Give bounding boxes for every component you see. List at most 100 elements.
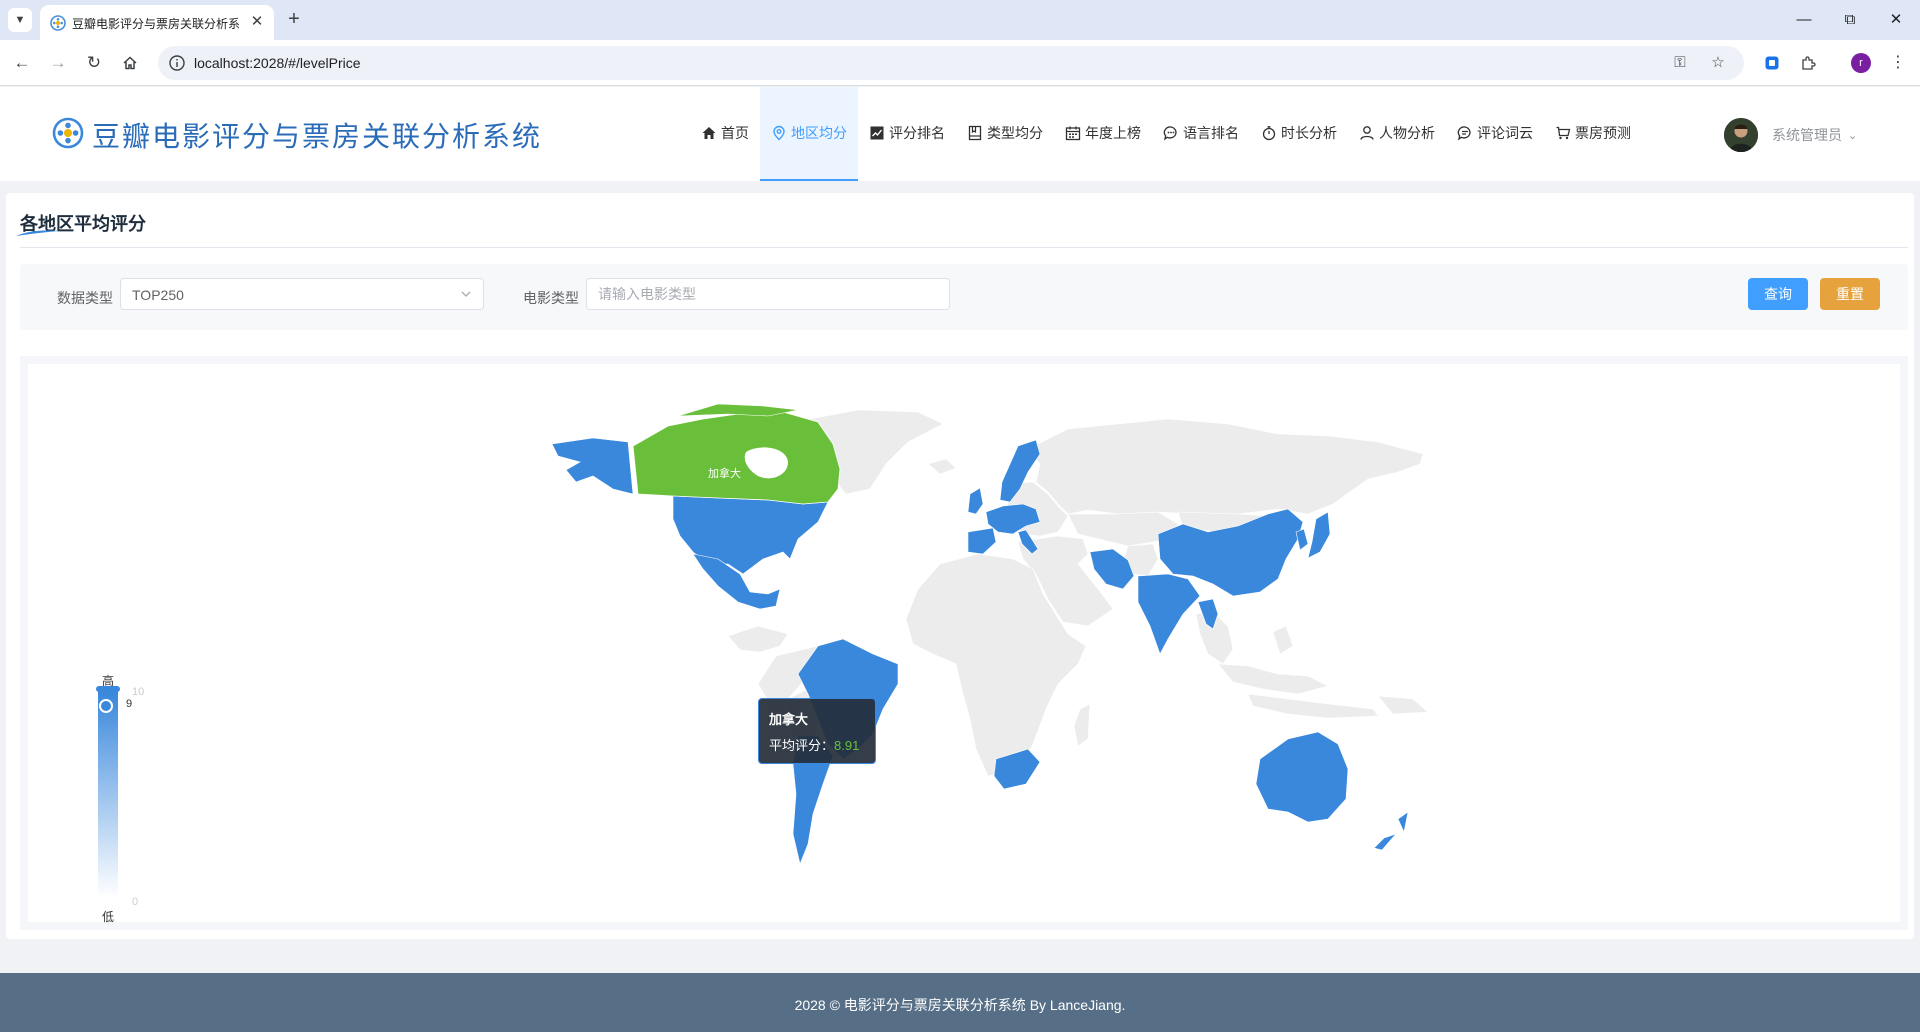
- map-region-southeast-asia[interactable]: [1195, 611, 1329, 695]
- movie-type-input[interactable]: [586, 278, 950, 310]
- map-region-iceland[interactable]: [927, 458, 957, 475]
- map-region-canada[interactable]: [632, 411, 841, 505]
- menu-item-comment-wordcloud[interactable]: 评论词云: [1446, 87, 1544, 181]
- tab-search-chevron-icon[interactable]: ▼: [8, 8, 32, 32]
- browser-tab[interactable]: 豆瓣电影评分与票房关联分析系 ✕: [40, 5, 274, 40]
- title-decoration: [16, 230, 60, 236]
- map-region-iberia[interactable]: [967, 527, 997, 555]
- browser-toolbar: ← → ↻ localhost:2028/#/levelPrice ⚿ ☆ r …: [0, 40, 1920, 86]
- visualmap-handle-value: 9: [126, 698, 133, 710]
- world-map-panel: 加拿大 高 10 9 0 低 加拿大 平均评分：8.91: [28, 364, 1900, 924]
- filter-bar: 数据类型 TOP250 电影类型 查询 重置: [20, 264, 1908, 330]
- query-button[interactable]: 查询: [1748, 278, 1808, 310]
- map-container: 加拿大 高 10 9 0 低 加拿大 平均评分：8.91: [20, 356, 1908, 930]
- data-type-select[interactable]: TOP250: [120, 278, 484, 310]
- home-browser-icon[interactable]: [118, 51, 142, 75]
- minimize-icon[interactable]: —: [1786, 6, 1822, 34]
- url-text[interactable]: localhost:2028/#/levelPrice: [194, 55, 361, 71]
- map-region-uk[interactable]: [967, 487, 984, 515]
- menu-item-rating-rank[interactable]: 评分排名: [858, 87, 956, 181]
- visualmap-min-value: 0: [132, 896, 139, 908]
- map-region-new-zealand[interactable]: [1373, 811, 1409, 851]
- notebook-icon: [968, 125, 982, 141]
- menu-item-label: 时长分析: [1281, 125, 1337, 141]
- trend-chart-icon: [870, 126, 884, 140]
- menu-item-boxoffice-forecast[interactable]: 票房预测: [1544, 87, 1642, 181]
- tab-close-icon[interactable]: ✕: [248, 13, 266, 31]
- browser-tab-strip: ▼ 豆瓣电影评分与票房关联分析系 ✕ + — ⧉ ✕: [0, 0, 1920, 40]
- back-arrow-icon[interactable]: ←: [10, 51, 34, 75]
- menu-item-label: 年度上榜: [1085, 125, 1141, 141]
- reload-icon[interactable]: ↻: [82, 51, 106, 75]
- menu-item-yearly-chart[interactable]: 年度上榜: [1054, 87, 1152, 181]
- address-bar[interactable]: localhost:2028/#/levelPrice ⚿ ☆: [158, 46, 1744, 80]
- menu-item-region-average[interactable]: 地区均分: [760, 87, 858, 181]
- menu-item-person-analysis[interactable]: 人物分析: [1348, 87, 1446, 181]
- location-icon: [773, 125, 785, 141]
- visualmap-gradient-bar[interactable]: [98, 692, 118, 898]
- chevron-down-icon: ⌄: [1848, 129, 1858, 142]
- password-key-icon[interactable]: ⚿: [1670, 53, 1690, 73]
- menu-item-label: 评分排名: [889, 125, 945, 141]
- extensions-puzzle-icon[interactable]: [1796, 51, 1820, 75]
- menu-item-label: 票房预测: [1575, 125, 1631, 141]
- map-region-papua[interactable]: [1377, 695, 1429, 715]
- bookmark-star-icon[interactable]: ☆: [1708, 53, 1728, 73]
- footer: 2028 © 电影评分与票房关联分析系统 By LanceJiang.: [0, 973, 1920, 1032]
- map-region-central-america[interactable]: [727, 625, 789, 653]
- cart-icon: [1556, 126, 1571, 140]
- stopwatch-icon: [1262, 126, 1276, 141]
- map-region-korea[interactable]: [1295, 528, 1309, 551]
- tab-title: 豆瓣电影评分与票房关联分析系: [72, 17, 241, 31]
- menu-item-label: 人物分析: [1379, 125, 1435, 141]
- map-tooltip: 加拿大 平均评分：8.91: [758, 698, 876, 764]
- tooltip-metric-row: 平均评分：8.91: [769, 735, 859, 754]
- film-reel-logo-icon: [52, 117, 84, 149]
- map-region-russia[interactable]: [1027, 418, 1424, 515]
- reset-button[interactable]: 重置: [1820, 278, 1880, 310]
- menu-item-label: 类型均分: [987, 125, 1043, 141]
- menu-item-label: 首页: [721, 125, 749, 141]
- map-region-india[interactable]: [1137, 573, 1201, 655]
- tooltip-metric-value: 8.91: [834, 738, 860, 753]
- browser-menu-kebab-icon[interactable]: ⋮: [1886, 51, 1910, 75]
- menu-item-label: 语言排名: [1183, 125, 1239, 141]
- user-dropdown[interactable]: 系统管理员 ⌄: [1724, 118, 1857, 152]
- map-region-japan[interactable]: [1307, 511, 1331, 559]
- menu-item-home[interactable]: 首页: [690, 87, 760, 181]
- map-region-united-states[interactable]: [672, 495, 829, 575]
- chat-dots-icon: [1457, 126, 1471, 141]
- tooltip-metric-label: 平均评分：: [769, 738, 835, 753]
- film-favicon-icon: [50, 15, 66, 31]
- window-close-icon[interactable]: ✕: [1878, 6, 1914, 34]
- chevron-down-icon: [461, 291, 471, 297]
- app-title: 豆瓣电影评分与票房关联分析系统: [92, 121, 543, 152]
- menu-item-label: 地区均分: [791, 125, 847, 141]
- map-label-canada: 加拿大: [708, 466, 741, 480]
- chat-icon: [1163, 126, 1177, 141]
- map-region-indonesia[interactable]: [1247, 693, 1379, 719]
- menu-item-label: 评论词云: [1477, 125, 1533, 141]
- menu-item-genre-average[interactable]: 类型均分: [956, 87, 1054, 181]
- map-region-madagascar[interactable]: [1073, 703, 1091, 747]
- profile-avatar[interactable]: r: [1851, 53, 1871, 73]
- top-nav-menu: 首页 地区均分 评分排名 类型均分 年度上榜 语言排名 时长分析 人物分析 评论…: [690, 87, 1642, 181]
- visualmap-low-label: 低: [102, 910, 115, 924]
- world-map[interactable]: 加拿大: [28, 364, 1900, 922]
- map-region-australia[interactable]: [1255, 731, 1349, 823]
- footer-copyright: 2028 © 电影评分与票房关联分析系统 By LanceJiang.: [794, 997, 1126, 1013]
- title-divider: [20, 247, 1908, 248]
- restore-icon[interactable]: ⧉: [1832, 6, 1868, 34]
- site-info-icon[interactable]: [168, 54, 186, 72]
- forward-arrow-icon[interactable]: →: [46, 51, 70, 75]
- map-region-alaska[interactable]: [551, 437, 634, 495]
- new-tab-plus-icon[interactable]: +: [282, 8, 306, 32]
- visualmap-handle[interactable]: [99, 699, 113, 713]
- menu-item-language-rank[interactable]: 语言排名: [1152, 87, 1250, 181]
- data-type-value: TOP250: [132, 287, 184, 303]
- main-card: 各地区平均评分 数据类型 TOP250 电影类型 查询 重置: [6, 193, 1914, 939]
- extension-blue-icon[interactable]: [1760, 51, 1784, 75]
- data-type-label: 数据类型: [57, 290, 113, 306]
- calendar-icon: [1065, 126, 1081, 141]
- menu-item-duration-analysis[interactable]: 时长分析: [1250, 87, 1348, 181]
